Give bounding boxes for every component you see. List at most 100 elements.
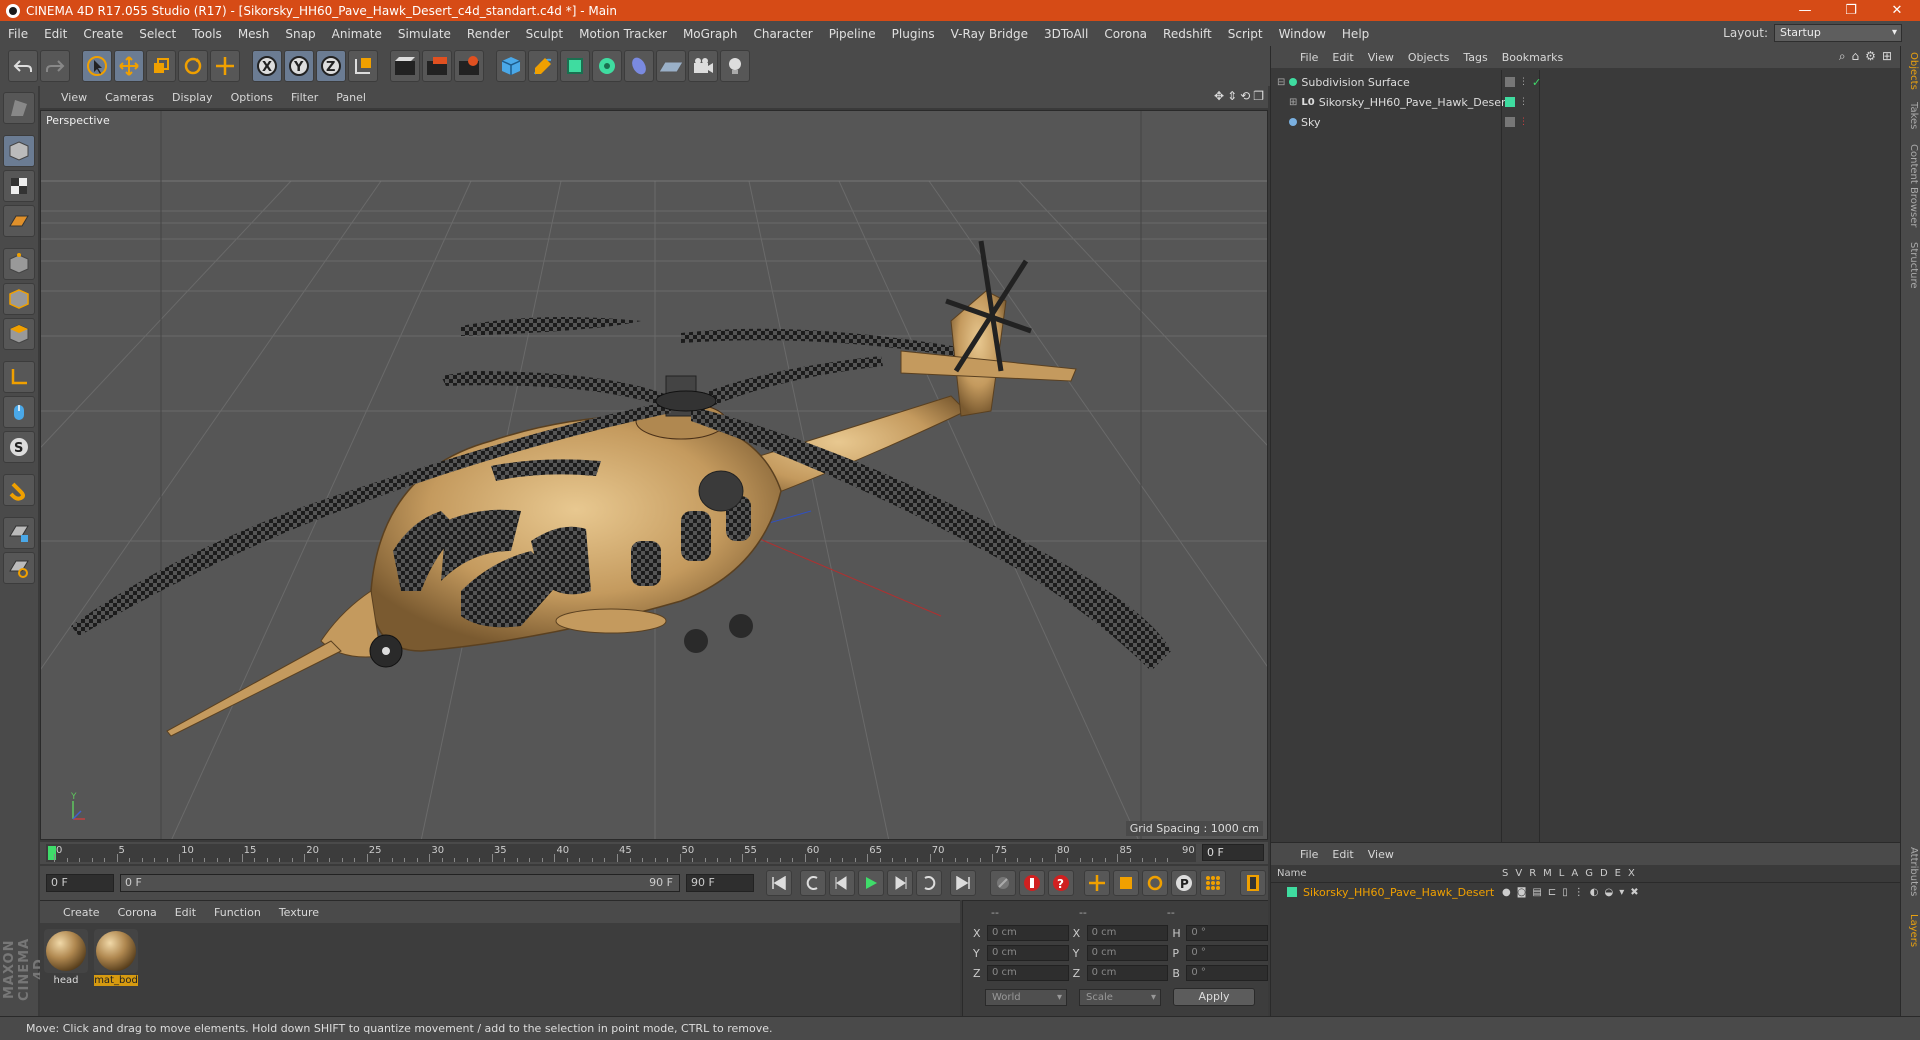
workplane-lock-icon[interactable] — [3, 517, 35, 549]
light-icon[interactable] — [720, 50, 750, 82]
expand-icon[interactable]: ⊞ — [1289, 97, 1297, 108]
menu-vray-bridge[interactable]: V-Ray Bridge — [943, 27, 1036, 41]
timeline-ruler[interactable]: 0 5 10 15 20 25 30 35 40 45 50 55 60 65 70 75 80 85 90 — [46, 844, 1196, 862]
menu-snap[interactable]: Snap — [277, 27, 323, 41]
rotate-tool-icon[interactable] — [178, 50, 208, 82]
material-head[interactable]: head — [44, 929, 88, 986]
material-menu-texture[interactable]: Texture — [270, 906, 328, 919]
size-z-field[interactable]: 0 cm — [1086, 965, 1169, 981]
move-tool-icon[interactable] — [114, 50, 144, 82]
cube-primitive-icon[interactable] — [496, 50, 526, 82]
menu-tools[interactable]: Tools — [184, 27, 230, 41]
x-axis-icon[interactable]: X — [252, 50, 282, 82]
objects-menu-file[interactable]: File — [1293, 51, 1325, 64]
enable-axis-icon[interactable] — [3, 361, 35, 393]
tab-content-browser[interactable]: Content Browser — [1903, 140, 1919, 232]
render-settings-icon[interactable] — [454, 50, 484, 82]
play-forward-icon[interactable] — [858, 870, 884, 896]
pan-icon[interactable]: ✥ — [1214, 89, 1224, 103]
snap-icon[interactable]: S — [3, 431, 35, 463]
transform-tool-icon[interactable] — [210, 50, 240, 82]
undo-icon[interactable] — [8, 50, 38, 82]
enabled-check-icon[interactable]: ✓ — [1532, 76, 1541, 89]
menu-window[interactable]: Window — [1271, 27, 1334, 41]
layout-dropdown[interactable]: Startup — [1774, 24, 1902, 42]
go-to-start-icon[interactable] — [766, 870, 792, 896]
cloner-icon[interactable] — [592, 50, 622, 82]
menu-mograph[interactable]: MoGraph — [675, 27, 746, 41]
menu-render[interactable]: Render — [459, 27, 518, 41]
objects-menu-tags[interactable]: Tags — [1456, 51, 1494, 64]
scale-tool-icon[interactable] — [146, 50, 176, 82]
viewport-menu-options[interactable]: Options — [222, 91, 282, 104]
menu-mesh[interactable]: Mesh — [230, 27, 278, 41]
pen-spline-icon[interactable] — [528, 50, 558, 82]
tab-takes[interactable]: Takes — [1903, 100, 1919, 132]
material-menu-create[interactable]: Create — [54, 906, 109, 919]
render-picture-viewer-icon[interactable] — [422, 50, 452, 82]
apply-button[interactable]: Apply — [1173, 988, 1255, 1006]
toggle-view-icon[interactable]: ❐ — [1253, 89, 1264, 103]
layers-menu-file[interactable]: File — [1293, 848, 1325, 861]
layer-color-swatch[interactable] — [1287, 887, 1297, 897]
viewport-menu-filter[interactable]: Filter — [282, 91, 327, 104]
model-mode-icon[interactable] — [3, 135, 35, 167]
menu-select[interactable]: Select — [131, 27, 184, 41]
menu-edit[interactable]: Edit — [36, 27, 75, 41]
menu-sculpt[interactable]: Sculpt — [518, 27, 571, 41]
workplane-mode-icon[interactable] — [3, 205, 35, 237]
collapse-icon[interactable]: ⊟ — [1277, 77, 1285, 88]
layer-row[interactable]: Sikorsky_HH60_Pave_Hawk_Desert ●◙▤⊏▯⋮◐◒▾… — [1271, 883, 1901, 901]
layer-flags-icons[interactable]: ●◙▤⊏▯⋮◐◒▾✖ — [1502, 887, 1645, 898]
menu-script[interactable]: Script — [1220, 27, 1271, 41]
material-mat-bod[interactable]: mat_bod — [94, 929, 138, 986]
make-editable-icon[interactable] — [3, 92, 35, 124]
material-menu-corona[interactable]: Corona — [109, 906, 166, 919]
texture-mode-icon[interactable] — [3, 170, 35, 202]
visibility-dots-icon[interactable]: ⋮ — [1519, 97, 1528, 107]
previous-key-icon[interactable] — [800, 870, 826, 896]
go-to-end-icon[interactable] — [950, 870, 976, 896]
object-row-sikorsky[interactable]: ⊞ L0 Sikorsky_HH60_Pave_Hawk_Desert ⋮ — [1271, 92, 1901, 112]
camera-icon[interactable] — [688, 50, 718, 82]
position-y-field[interactable]: 0 cm — [986, 945, 1069, 961]
key-position-icon[interactable] — [1084, 870, 1110, 896]
visibility-dots-icon[interactable]: ⋮ — [1519, 77, 1528, 87]
menu-file[interactable]: File — [0, 27, 36, 41]
menu-plugins[interactable]: Plugins — [884, 27, 943, 41]
key-parameter-icon[interactable]: P — [1171, 870, 1197, 896]
home-icon[interactable]: ⌂ — [1852, 49, 1860, 64]
material-menu-edit[interactable]: Edit — [166, 906, 205, 919]
close-button[interactable]: ✕ — [1874, 0, 1920, 21]
deformer-icon[interactable] — [624, 50, 654, 82]
object-row-sky[interactable]: Sky ⋮ — [1271, 112, 1901, 132]
tab-objects[interactable]: Objects — [1903, 50, 1919, 92]
menu-create[interactable]: Create — [75, 27, 131, 41]
render-view-icon[interactable] — [390, 50, 420, 82]
search-icon[interactable]: ⌕ — [1839, 49, 1846, 64]
redo-icon[interactable] — [40, 50, 70, 82]
next-key-icon[interactable] — [916, 870, 942, 896]
menu-3dtoall[interactable]: 3DToAll — [1036, 27, 1096, 41]
viewport-menu-view[interactable]: View — [52, 91, 96, 104]
viewport-menu-display[interactable]: Display — [163, 91, 222, 104]
layers-menu-view[interactable]: View — [1361, 848, 1401, 861]
rotation-p-field[interactable]: 0 ° — [1186, 945, 1269, 961]
frame-range-slider[interactable]: 0 F 90 F — [120, 874, 680, 892]
viewport-menu-cameras[interactable]: Cameras — [96, 91, 163, 104]
points-mode-icon[interactable] — [3, 248, 35, 280]
locked-workplane-icon[interactable] — [3, 552, 35, 584]
menu-motion-tracker[interactable]: Motion Tracker — [571, 27, 675, 41]
floor-environment-icon[interactable] — [656, 50, 686, 82]
next-frame-icon[interactable] — [887, 870, 913, 896]
autokeying-icon[interactable]: ? — [1048, 870, 1074, 896]
layers-menu-edit[interactable]: Edit — [1325, 848, 1360, 861]
objects-menu-bookmarks[interactable]: Bookmarks — [1495, 51, 1570, 64]
menu-corona[interactable]: Corona — [1096, 27, 1155, 41]
size-y-field[interactable]: 0 cm — [1086, 945, 1169, 961]
menu-redshift[interactable]: Redshift — [1155, 27, 1220, 41]
previous-frame-icon[interactable] — [829, 870, 855, 896]
maximize-button[interactable]: ❐ — [1828, 0, 1874, 21]
live-selection-icon[interactable] — [82, 50, 112, 82]
rotation-h-field[interactable]: 0 ° — [1186, 925, 1269, 941]
